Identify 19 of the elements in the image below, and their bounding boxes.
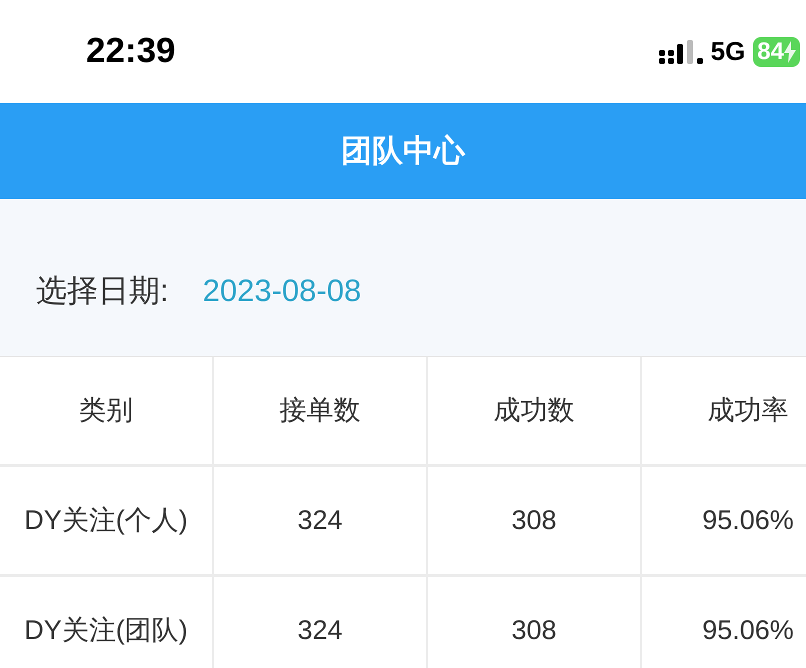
table-cell-text: 324 [297, 504, 343, 538]
battery-indicator: 84 [753, 36, 800, 66]
table-cell-text: DY关注(个人) [24, 504, 188, 538]
table-cell-text: 324 [297, 614, 343, 648]
network-label: 5G [710, 35, 746, 68]
column-header: 成功率 [708, 394, 788, 428]
table-cell-text: 95.06% [702, 504, 794, 538]
signal-icon [658, 40, 703, 64]
status-time: 22:39 [86, 30, 176, 72]
column-header: 类别 [79, 394, 133, 428]
table-cell-text: 308 [511, 614, 557, 648]
table-cell-text: 308 [511, 504, 557, 538]
column-header: 接单数 [280, 394, 360, 428]
table-cell-text: 95.06% [702, 614, 794, 648]
page-title: 团队中心 [341, 132, 465, 170]
date-value[interactable]: 2023-08-08 [202, 268, 362, 314]
column-header: 成功数 [494, 394, 574, 428]
table-cell-text: DY关注(团队) [24, 614, 188, 648]
date-label: 选择日期: [36, 272, 169, 310]
